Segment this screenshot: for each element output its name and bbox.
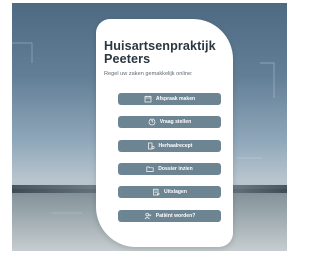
afspraak-maken-label: Afspraak maken [155,96,196,102]
practice-subtitle: Regel uw zaken gemakkelijk online: [104,71,193,77]
herhaalrecept-label: Herhaalrecept [158,143,193,149]
uitslagen-label: Uitslagen [164,189,187,195]
folder-icon [146,165,154,173]
herhaalrecept-button[interactable]: Herhaalrecept [118,140,221,152]
calendar-icon [144,95,152,103]
results-icon [152,188,160,196]
vraag-stellen-label: Vraag stellen [159,119,192,125]
afspraak-maken-button[interactable]: Afspraak maken [118,93,221,105]
vraag-stellen-button[interactable]: Vraag stellen [118,116,221,128]
patient-worden-button[interactable]: Patiënt worden? [118,210,221,222]
login-card: Huisartsenpraktijk Peeters Regel uw zake… [96,19,233,247]
question-icon [148,118,156,126]
background-photo: Huisartsenpraktijk Peeters Regel uw zake… [12,3,287,251]
practice-title: Huisartsenpraktijk Peeters [104,39,216,66]
patient-worden-label: Patiënt worden? [155,213,196,219]
dossier-inzien-label: Dossier inzien [158,166,193,172]
prescription-icon [147,142,155,150]
uitslagen-button[interactable]: Uitslagen [118,186,221,198]
dossier-inzien-button[interactable]: Dossier inzien [118,163,221,175]
add-patient-icon [144,212,152,220]
